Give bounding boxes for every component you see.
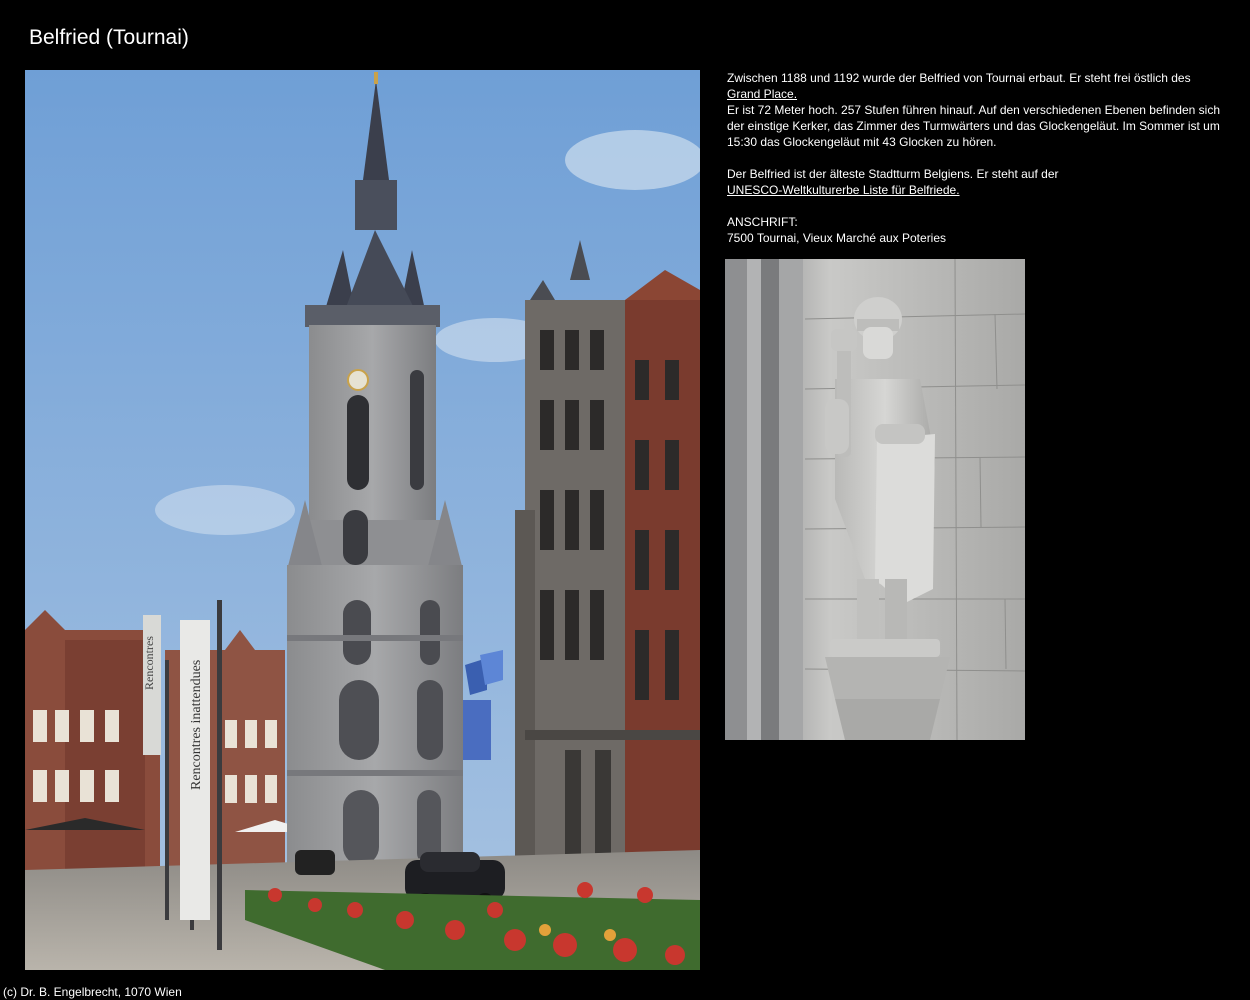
address-label: ANSCHRIFT: bbox=[727, 215, 798, 229]
statue-photo-illustration bbox=[725, 259, 1025, 740]
description-text: Zwischen 1188 und 1192 wurde der Belfrie… bbox=[727, 70, 1227, 246]
unesco-link[interactable]: UNESCO-Weltkulturerbe Liste für Belfried… bbox=[727, 183, 960, 197]
grand-place-link[interactable]: Grand Place. bbox=[727, 87, 797, 101]
description-unesco-intro: Der Belfried ist der älteste Stadtturm B… bbox=[727, 167, 1059, 181]
statue-photo[interactable] bbox=[725, 259, 1025, 740]
footer-copyright: (c) Dr. B. Engelbrecht, 1070 Wien bbox=[3, 985, 182, 999]
description-details: Er ist 72 Meter hoch. 257 Stufen führen … bbox=[727, 103, 1221, 149]
belfry-photo-illustration: Rencontres Rencontres inattendues bbox=[25, 70, 700, 970]
banner-text-2: Rencontres inattendues bbox=[189, 660, 204, 790]
address-block: ANSCHRIFT: 7500 Tournai, Vieux Marché au… bbox=[727, 214, 1227, 246]
description-paragraph-1: Zwischen 1188 und 1192 wurde der Belfrie… bbox=[727, 70, 1227, 150]
page-title: Belfried (Tournai) bbox=[29, 26, 189, 49]
description-paragraph-2: Der Belfried ist der älteste Stadtturm B… bbox=[727, 166, 1227, 198]
address-value: 7500 Tournai, Vieux Marché aux Poteries bbox=[727, 231, 947, 245]
banner-text-1: Rencontres bbox=[142, 636, 156, 690]
description-intro: Zwischen 1188 und 1192 wurde der Belfrie… bbox=[727, 71, 1191, 85]
belfry-photo[interactable]: Rencontres Rencontres inattendues bbox=[25, 70, 700, 970]
